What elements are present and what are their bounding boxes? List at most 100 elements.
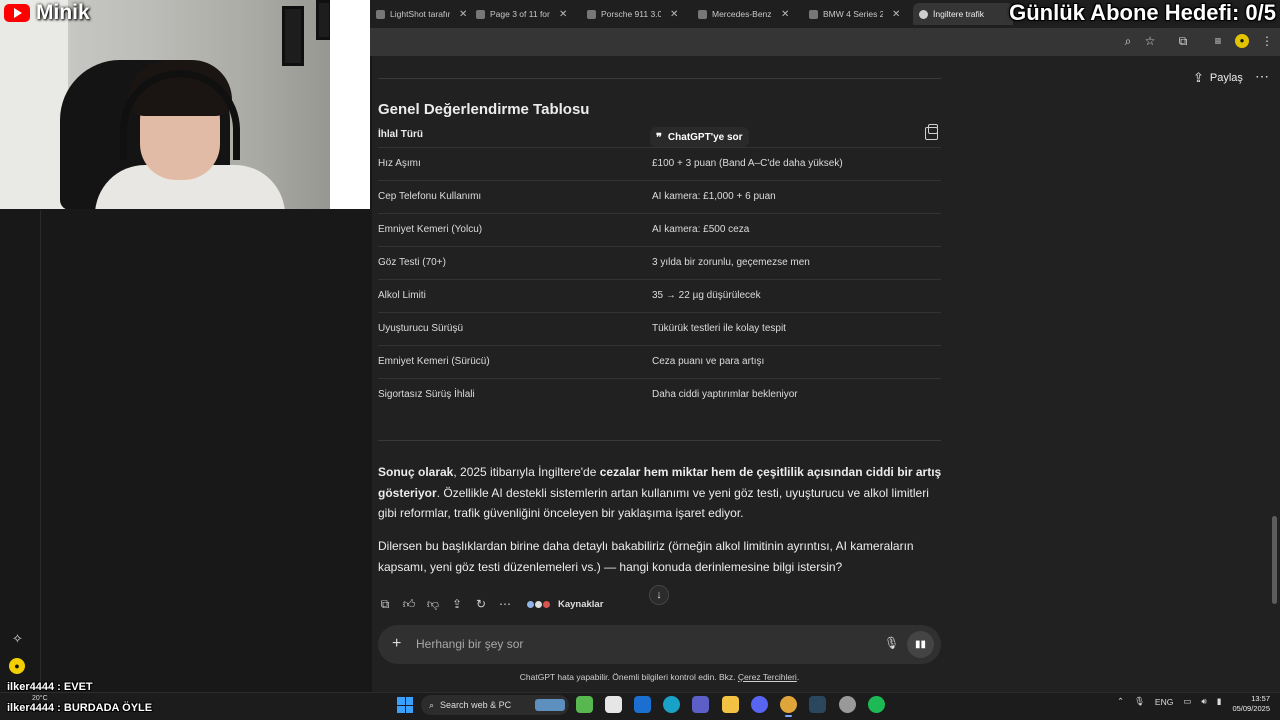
disclaimer-text: ChatGPT hata yapabilir. Önemli bilgileri… (519, 672, 738, 682)
browser-tab-active[interactable]: İngiltere trafik ce (913, 3, 1013, 25)
webcam-feed (0, 0, 370, 209)
channel-name: Minik (36, 1, 90, 24)
scrollbar-thumb[interactable] (1272, 516, 1277, 604)
conclusion-text: , 2025 itibarıyla İngiltere'de (453, 465, 600, 479)
taskbar-search[interactable]: ⌕ Search web & PC (421, 695, 569, 715)
close-tab-icon[interactable]: ✕ (559, 9, 567, 20)
table-cell-violation: Hız Aşımı (378, 158, 421, 169)
close-tab-icon[interactable]: ✕ (892, 9, 900, 20)
tab-favicon-icon (376, 9, 385, 19)
discord-app-icon[interactable] (751, 696, 768, 713)
ask-chatgpt-tooltip[interactable]: ❞ ChatGPT'ye sor (650, 127, 749, 147)
table-cell-penalty: Daha ciddi yaptırımlar bekleniyor (652, 389, 798, 400)
close-tab-icon[interactable]: ✕ (670, 9, 678, 20)
microphone-icon[interactable]: 🎙︎ (884, 636, 899, 650)
table-cell-penalty: AI kamera: £500 ceza (652, 224, 750, 235)
quote-icon: ❞ (656, 131, 662, 144)
browser-tab[interactable]: Page 3 of 11 for U ✕ (470, 3, 573, 25)
message-composer: + 🎙︎ ▮▮ (378, 625, 941, 664)
scroll-to-bottom-button[interactable]: ↓ (649, 585, 669, 605)
teams-app-icon[interactable] (692, 696, 709, 713)
tab-favicon-icon (809, 9, 818, 19)
edge-app-icon[interactable] (663, 696, 680, 713)
share-button[interactable]: ⇪ Paylaş (1193, 70, 1243, 86)
thumbs-up-icon[interactable]: 👍︎ (402, 597, 416, 611)
system-tray: ⌃ 🎙︎ ENG ▭ 🔊︎ ▮ (1117, 696, 1221, 707)
arrow-down-icon: ↓ (656, 589, 662, 601)
tooltip-label: ChatGPT'ye sor (667, 131, 743, 143)
table-cell-penalty: Ceza puanı ve para artışı (652, 356, 765, 367)
table-cell-penalty: AI kamera: £1,000 + 6 puan (652, 191, 776, 202)
profile-avatar-icon[interactable]: ● (1235, 34, 1249, 48)
browser-tab[interactable]: LightShot tarafından ✕ (370, 3, 473, 25)
chat-user: ilker4444 (7, 702, 55, 714)
sources-label: Kaynaklar (558, 598, 604, 610)
close-tab-icon[interactable]: ✕ (781, 9, 789, 20)
chat-text: BURDADA ÖYLE (63, 702, 153, 714)
conclusion-paragraph: Sonuç olarak, 2025 itibarıyla İngiltere'… (378, 462, 943, 524)
steam-app-icon[interactable] (809, 696, 826, 713)
windows-start-icon[interactable] (397, 697, 413, 713)
chevron-up-icon[interactable]: ⌃ (1117, 696, 1124, 707)
disclaimer-text: . (796, 672, 800, 682)
chat-message: ilker4444 : BURDADA ÖYLE (7, 702, 153, 714)
table-header-violation: İhlal Türü (378, 129, 423, 140)
microphone-tray-icon[interactable]: 🎙︎ (1134, 696, 1145, 707)
file-explorer-icon[interactable] (722, 696, 739, 713)
tab-title: LightShot tarafından (390, 9, 450, 19)
add-attachment-icon[interactable]: + (392, 635, 401, 653)
browser-tab[interactable]: Mercedes-Benz C ✕ (692, 3, 795, 25)
weather-widget[interactable]: 20°C (32, 695, 48, 702)
sources-button[interactable]: Kaynaklar (526, 599, 603, 610)
extensions-icon[interactable]: ⧉ (1176, 34, 1190, 48)
share-message-icon[interactable]: ⇪ (450, 597, 464, 611)
tab-title: İngiltere trafik ce (933, 9, 985, 19)
close-tab-icon[interactable]: ✕ (459, 9, 467, 20)
network-icon[interactable]: ▭ (1183, 696, 1191, 707)
page-scrollbar[interactable] (1272, 60, 1278, 690)
divider (378, 78, 941, 79)
conclusion-bold-lead: Sonuç olarak (378, 465, 454, 479)
volume-icon[interactable]: 🔊︎ (1201, 696, 1206, 707)
thumbs-down-icon[interactable]: 👎︎ (426, 597, 440, 611)
zoom-icon[interactable]: ⌕ (1121, 34, 1135, 48)
more-actions-icon[interactable]: ⋯ (498, 597, 512, 611)
table-row: Alkol Limiti 35 → 22 µg düşürülecek (378, 279, 941, 312)
prompt-input[interactable] (416, 634, 816, 654)
store-app-icon[interactable] (605, 696, 622, 713)
bookmark-star-icon[interactable]: ☆ (1143, 34, 1157, 48)
table-row: Emniyet Kemeri (Sürücü) Ceza puanı ve pa… (378, 345, 941, 378)
tab-favicon-icon (698, 9, 707, 19)
conclusion-text: . Özellikle AI destekli sistemlerin arta… (378, 485, 929, 521)
sparkle-icon[interactable]: ✧ (12, 631, 23, 647)
clock-time: 13:57 (1251, 694, 1270, 703)
battery-icon[interactable]: ▮ (1217, 696, 1222, 707)
copy-icon[interactable]: ⧉ (378, 597, 392, 611)
browser-tab[interactable]: BMW 4 Series 2.0 ✕ (803, 3, 906, 25)
more-options-icon[interactable]: ⋯ (1255, 68, 1269, 85)
table-cell-penalty: 3 yılda bir zorunlu, geçemezse men (652, 257, 810, 268)
table-cell-violation: Emniyet Kemeri (Yolcu) (378, 224, 483, 235)
search-label: Search web & PC (440, 700, 512, 710)
copilot-app-icon[interactable] (576, 696, 593, 713)
voice-mode-button[interactable]: ▮▮ (907, 631, 934, 658)
taskbar-clock[interactable]: 13:57 05/09/2025 (1226, 694, 1270, 714)
browser-menu-icon[interactable]: ⋮ (1260, 34, 1274, 48)
table-cell-violation: Emniyet Kemeri (Sürücü) (378, 356, 490, 367)
regenerate-icon[interactable]: ↻ (474, 597, 488, 611)
browser-tab[interactable]: Porsche 911 3.0t S ✕ (581, 3, 684, 25)
table-cell-violation: Uyuşturucu Sürüşü (378, 323, 464, 334)
webcam-window-light (330, 0, 370, 209)
cookie-preferences-link[interactable]: Çerez Tercihleri (738, 672, 797, 682)
chatgpt-app-icon[interactable] (839, 696, 856, 713)
spotify-app-icon[interactable] (868, 696, 885, 713)
language-indicator[interactable]: ENG (1155, 697, 1173, 707)
reading-list-icon[interactable]: ≡ (1211, 34, 1225, 48)
start-tile (397, 697, 405, 705)
copy-table-icon[interactable] (925, 124, 938, 140)
chrome-app-icon[interactable] (780, 696, 797, 717)
outlook-app-icon[interactable] (634, 696, 651, 713)
table-row: Cep Telefonu Kullanımı AI kamera: £1,000… (378, 180, 941, 213)
user-avatar-icon[interactable]: ● (9, 658, 25, 674)
tab-title: Page 3 of 11 for U (490, 9, 550, 19)
